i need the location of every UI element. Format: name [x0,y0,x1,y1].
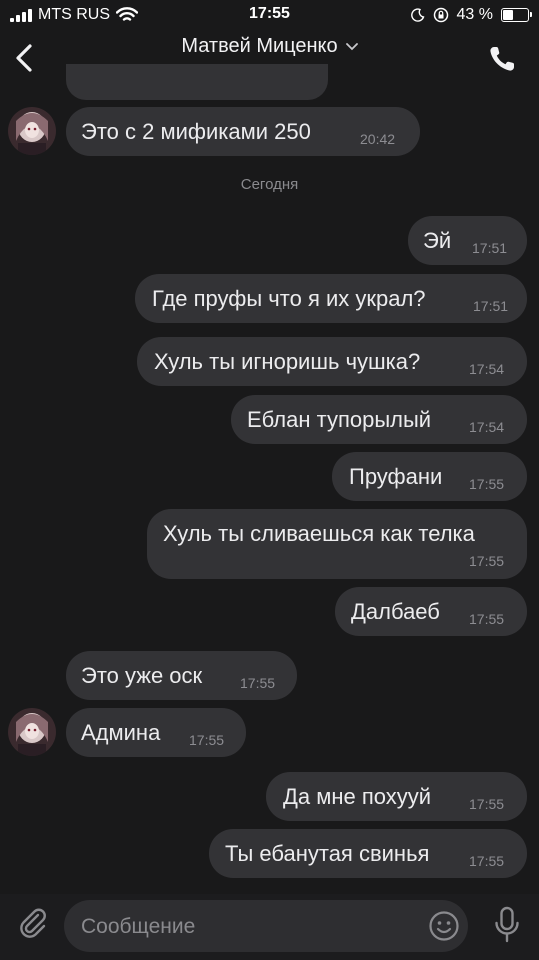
rotation-lock-icon [433,7,448,23]
message-text: Хуль ты игноришь чушка? [154,349,421,374]
message-text: Да мне похууй [283,784,432,809]
message-text: Админа [81,720,161,745]
battery-icon [501,8,532,22]
message-text: Эй [423,228,452,253]
message-bubble-outgoing[interactable]: Да мне похууй 17:55 [266,772,527,821]
message-text: Пруфани [349,464,443,489]
message-bubble-incoming[interactable]: Админа 17:55 [66,708,246,757]
message-time: 17:51 [473,298,509,314]
message-time: 20:42 [360,131,396,147]
message-text: Это с 2 мификами 250 [81,119,311,144]
microphone-icon[interactable] [493,906,521,944]
date-separator: Сегодня [240,176,299,193]
message-time: 17:54 [469,361,505,377]
message-composer: Сообщение [0,894,539,960]
message-bubble-outgoing[interactable]: Ты ебанутая свинья 17:55 [209,829,527,878]
message-bubble-outgoing[interactable]: Эй 17:51 [408,216,527,265]
message-bubble-partial [66,64,328,100]
message-time: 17:55 [469,611,505,627]
message-time: 17:55 [469,796,505,812]
message-bubble-incoming[interactable]: Это уже оск 17:55 [66,651,297,700]
message-time: 17:51 [472,240,508,256]
message-text: Это уже оск [81,663,203,688]
message-bubble-outgoing[interactable]: Далбаеб 17:55 [335,587,527,636]
message-bubble-outgoing[interactable]: Пруфани 17:55 [332,452,527,501]
avatar[interactable] [8,708,56,756]
paperclip-icon[interactable] [16,906,50,940]
message-bubble-outgoing[interactable]: Хуль ты сливаешься как телка 17:55 [147,509,527,579]
avatar[interactable] [8,107,56,155]
message-bubble-outgoing[interactable]: Еблан тупорылый 17:54 [231,395,527,444]
message-text: Хуль ты сливаешься как телка [163,521,475,546]
message-bubble-outgoing[interactable]: Хуль ты игноришь чушка? 17:54 [137,337,527,386]
message-text: Ты ебанутая свинья [225,841,430,866]
message-time: 17:55 [240,675,276,691]
message-input-placeholder: Сообщение [81,915,196,938]
contact-name: Матвей Миценко [181,35,338,57]
status-bar: MTS RUS 17:55 43 % [0,0,539,30]
phone-icon[interactable] [487,44,517,74]
contact-name-button[interactable]: Матвей Миценко [181,35,358,58]
message-time: 17:55 [469,553,505,569]
message-text: Далбаеб [351,599,440,624]
message-bubble-incoming[interactable]: Это с 2 мификами 250 20:42 [66,107,420,156]
battery-percent: 43 % [456,6,493,23]
chevron-down-icon [345,42,358,50]
message-text: Где пруфы что я их украл? [152,286,426,311]
message-time: 17:55 [469,476,505,492]
message-time: 17:54 [469,419,505,435]
message-input[interactable]: Сообщение [64,900,468,952]
moon-icon [410,8,424,22]
smiley-icon[interactable] [428,910,460,942]
message-time: 17:55 [469,853,505,869]
message-bubble-outgoing[interactable]: Где пруфы что я их украл? 17:51 [135,274,527,323]
message-time: 17:55 [189,732,225,748]
message-text: Еблан тупорылый [247,407,432,432]
